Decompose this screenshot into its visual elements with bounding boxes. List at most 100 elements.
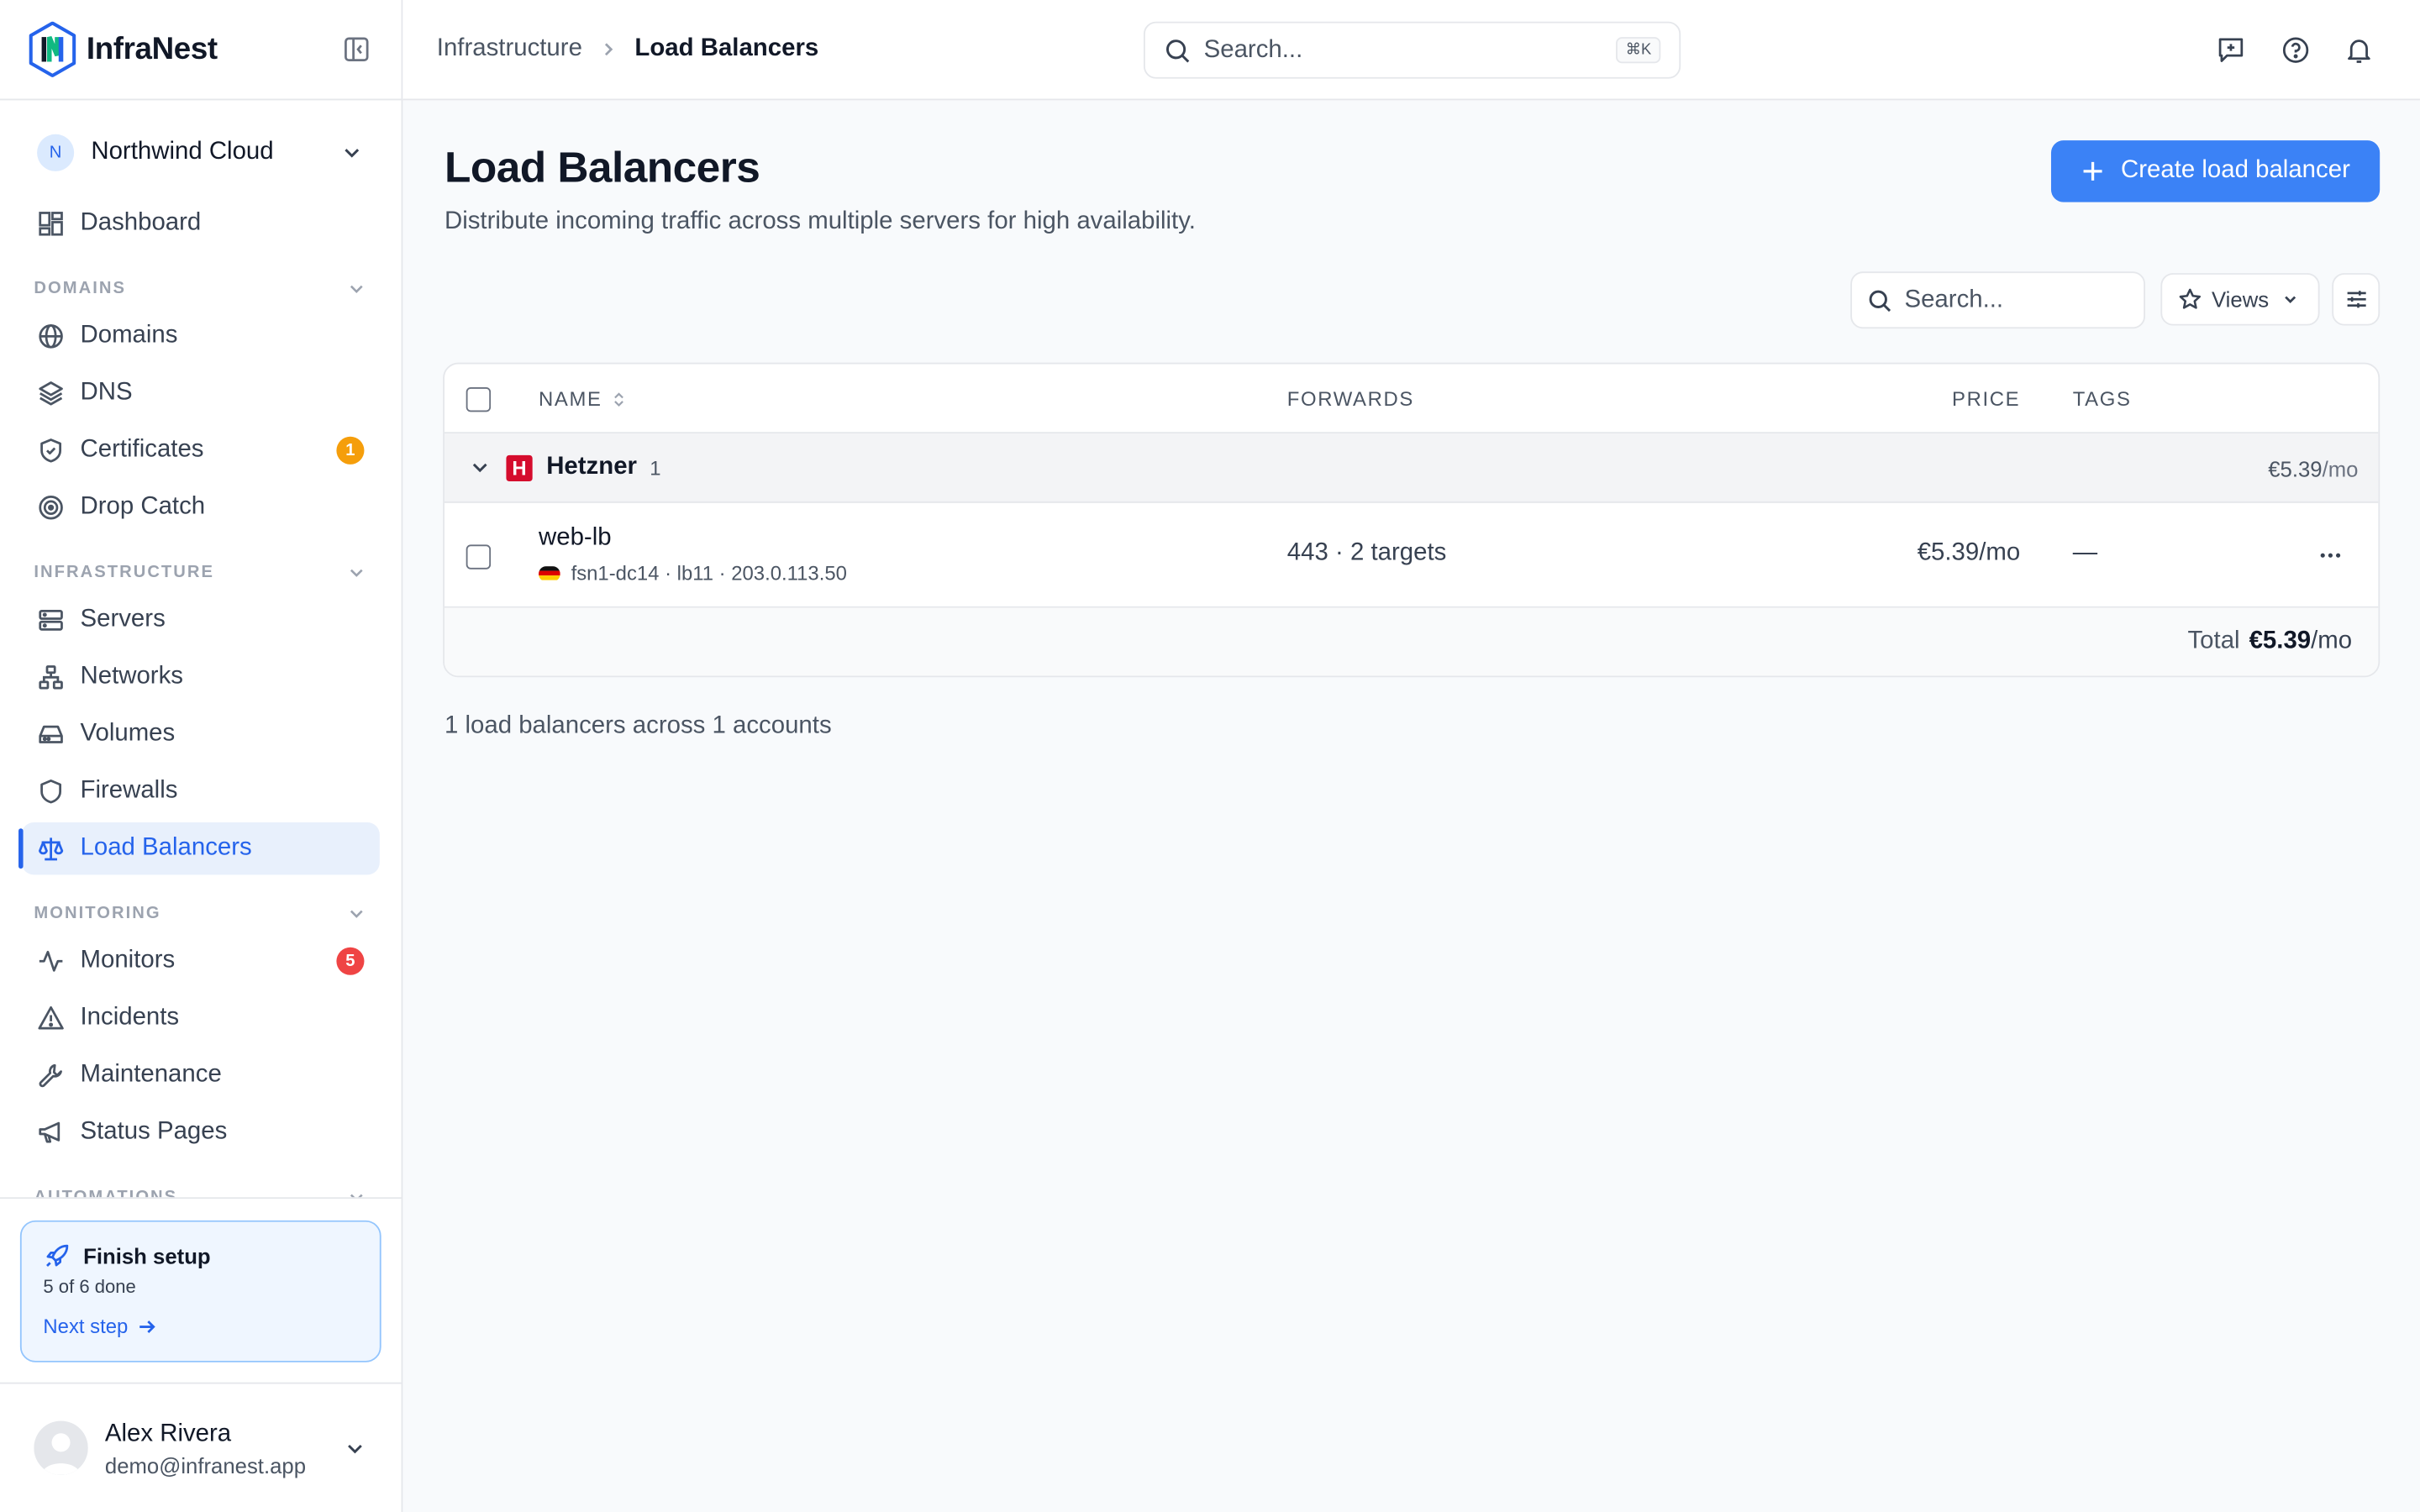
sidebar-item-volumes[interactable]: Volumes — [22, 708, 380, 760]
load-balancer-price: €5.39/mo — [1917, 539, 2021, 567]
sidebar-item-load-balancers[interactable]: Load Balancers — [18, 822, 380, 875]
total-value: €5.39 — [2249, 627, 2312, 654]
column-label: PRICE — [1951, 387, 2021, 411]
load-balancer-forwards: 443 · 2 targets — [1286, 539, 1447, 567]
sidebar-item-label: Load Balancers — [80, 834, 252, 861]
divider — [0, 1197, 402, 1200]
column-header-name[interactable]: NAME — [539, 387, 627, 411]
search-icon — [1869, 289, 1891, 312]
topbar: Infrastructure Load Balancers ⌘K — [402, 0, 2420, 101]
table-summary: 1 load balancers across 1 accounts — [444, 712, 832, 739]
chevron-down-icon — [350, 910, 363, 918]
sidebar-collapse-icon[interactable] — [343, 35, 371, 63]
sidebar-item-firewalls[interactable]: Firewalls — [22, 765, 380, 817]
sidebar-item-label: Incidents — [80, 1004, 180, 1031]
bell-icon[interactable] — [2344, 35, 2374, 65]
provider-group-row[interactable]: H Hetzner 1 €5.39/mo — [444, 433, 2379, 503]
monitors-count-badge: 5 — [336, 947, 365, 975]
chevron-down-icon — [350, 569, 363, 577]
section-label: MONITORING — [34, 904, 161, 923]
sidebar-nav: Dashboard DOMAINS Domains DNS Certificat… — [0, 197, 402, 1198]
chevron-right-icon — [605, 43, 613, 56]
finish-setup-card[interactable]: Finish setup 5 of 6 done Next step — [19, 1220, 381, 1362]
provider-count: 1 — [650, 456, 661, 480]
sidebar-item-label: Certificates — [80, 436, 204, 464]
wrench-icon — [39, 1063, 62, 1088]
provider-price-value: €5.39 — [2268, 456, 2323, 482]
total-unit: /mo — [2311, 627, 2353, 654]
chevron-down-icon — [2285, 296, 2296, 304]
global-search[interactable]: ⌘K — [1143, 21, 1681, 79]
global-search-input[interactable] — [1203, 36, 1617, 65]
section-infrastructure[interactable]: INFRASTRUCTURE — [34, 562, 367, 584]
breadcrumb-infrastructure[interactable]: Infrastructure — [437, 35, 582, 63]
star-icon — [2179, 288, 2201, 309]
user-email: demo@infranest.app — [104, 1453, 307, 1478]
sidebar-item-monitors[interactable]: Monitors 5 — [22, 935, 380, 987]
section-label: DOMAINS — [34, 279, 126, 298]
total-label: Total — [2187, 627, 2240, 654]
section-monitoring[interactable]: MONITORING — [34, 902, 367, 924]
sidebar-item-dashboard[interactable]: Dashboard — [22, 197, 380, 249]
sidebar-item-label: Dashboard — [80, 209, 202, 237]
section-domains[interactable]: DOMAINS — [34, 278, 367, 300]
sidebar-item-drop-catch[interactable]: Drop Catch — [22, 481, 380, 533]
chevron-down-icon — [350, 1194, 363, 1198]
sidebar-item-label: Drop Catch — [80, 493, 206, 520]
column-settings-button[interactable] — [2332, 273, 2381, 326]
select-all-checkbox[interactable] — [466, 387, 492, 412]
network-icon — [39, 665, 63, 690]
table-header: NAME FORWARDS PRICE TAGS — [444, 364, 2379, 434]
brand-name: InfraNest — [86, 31, 218, 66]
sidebar-item-incidents[interactable]: Incidents — [22, 992, 380, 1044]
load-balancer-meta: fsn1-dc14 · lb11 · 203.0.113.50 — [539, 562, 847, 585]
layers-icon — [39, 381, 63, 406]
column-label: FORWARDS — [1286, 387, 1414, 411]
sidebar-item-dns[interactable]: DNS — [22, 367, 380, 419]
load-balancer-name[interactable]: web-lb — [539, 524, 612, 552]
hetzner-logo-icon: H — [506, 454, 533, 482]
sort-icon — [614, 391, 624, 407]
page-subtitle: Distribute incoming traffic across multi… — [444, 207, 1196, 235]
row-checkbox[interactable] — [466, 544, 492, 570]
sidebar-item-certificates[interactable]: Certificates 1 — [22, 424, 380, 476]
sidebar-item-servers[interactable]: Servers — [22, 594, 380, 646]
sidebar-item-status-pages[interactable]: Status Pages — [22, 1106, 380, 1158]
chevron-down-icon[interactable] — [469, 457, 491, 479]
shortcut-hint: ⌘K — [1616, 37, 1661, 64]
setup-progress: 5 of 6 done — [43, 1275, 136, 1298]
views-dropdown[interactable]: Views — [2160, 273, 2320, 326]
breadcrumb: Infrastructure Load Balancers — [437, 35, 818, 63]
dashboard-icon — [39, 212, 63, 236]
feedback-icon[interactable] — [2217, 35, 2246, 65]
help-icon[interactable] — [2281, 35, 2311, 65]
table-search[interactable] — [1850, 271, 2146, 329]
megaphone-icon — [39, 1121, 60, 1143]
sidebar-item-label: Status Pages — [80, 1118, 228, 1145]
create-button-label: Create load balancer — [2121, 157, 2350, 184]
section-automations[interactable]: AUTOMATIONS — [34, 1186, 367, 1198]
workspace-switcher[interactable]: N Northwind Cloud — [22, 127, 380, 179]
sidebar-item-label: Firewalls — [80, 777, 178, 804]
sidebar-item-domains[interactable]: Domains — [22, 310, 380, 362]
user-menu[interactable]: Alex Rivera demo@infranest.app — [0, 1382, 402, 1512]
chevron-down-icon — [350, 285, 363, 293]
next-step-link[interactable]: Next step — [43, 1315, 157, 1337]
sidebar-item-label: Networks — [80, 663, 183, 690]
table-search-input[interactable] — [1904, 286, 2121, 314]
sidebar-item-networks[interactable]: Networks — [22, 651, 380, 703]
server-icon — [39, 609, 63, 631]
breadcrumb-current: Load Balancers — [634, 35, 819, 62]
create-load-balancer-button[interactable]: Create load balancer — [2050, 140, 2381, 202]
sliders-icon — [2346, 291, 2365, 308]
table-total: Total €5.39/mo — [2187, 628, 2352, 656]
more-horizontal-icon[interactable] — [2317, 542, 2344, 570]
column-label: TAGS — [2072, 387, 2132, 411]
search-icon — [1165, 39, 1190, 62]
table-total-row: Total €5.39/mo — [444, 607, 2379, 676]
shield-check-icon — [40, 438, 62, 463]
provider-price: €5.39/mo — [2268, 457, 2358, 481]
table-row[interactable]: web-lb fsn1-dc14 · lb11 · 203.0.113.50 4… — [444, 503, 2379, 608]
rocket-icon — [46, 1244, 69, 1267]
sidebar-item-maintenance[interactable]: Maintenance — [22, 1049, 380, 1101]
